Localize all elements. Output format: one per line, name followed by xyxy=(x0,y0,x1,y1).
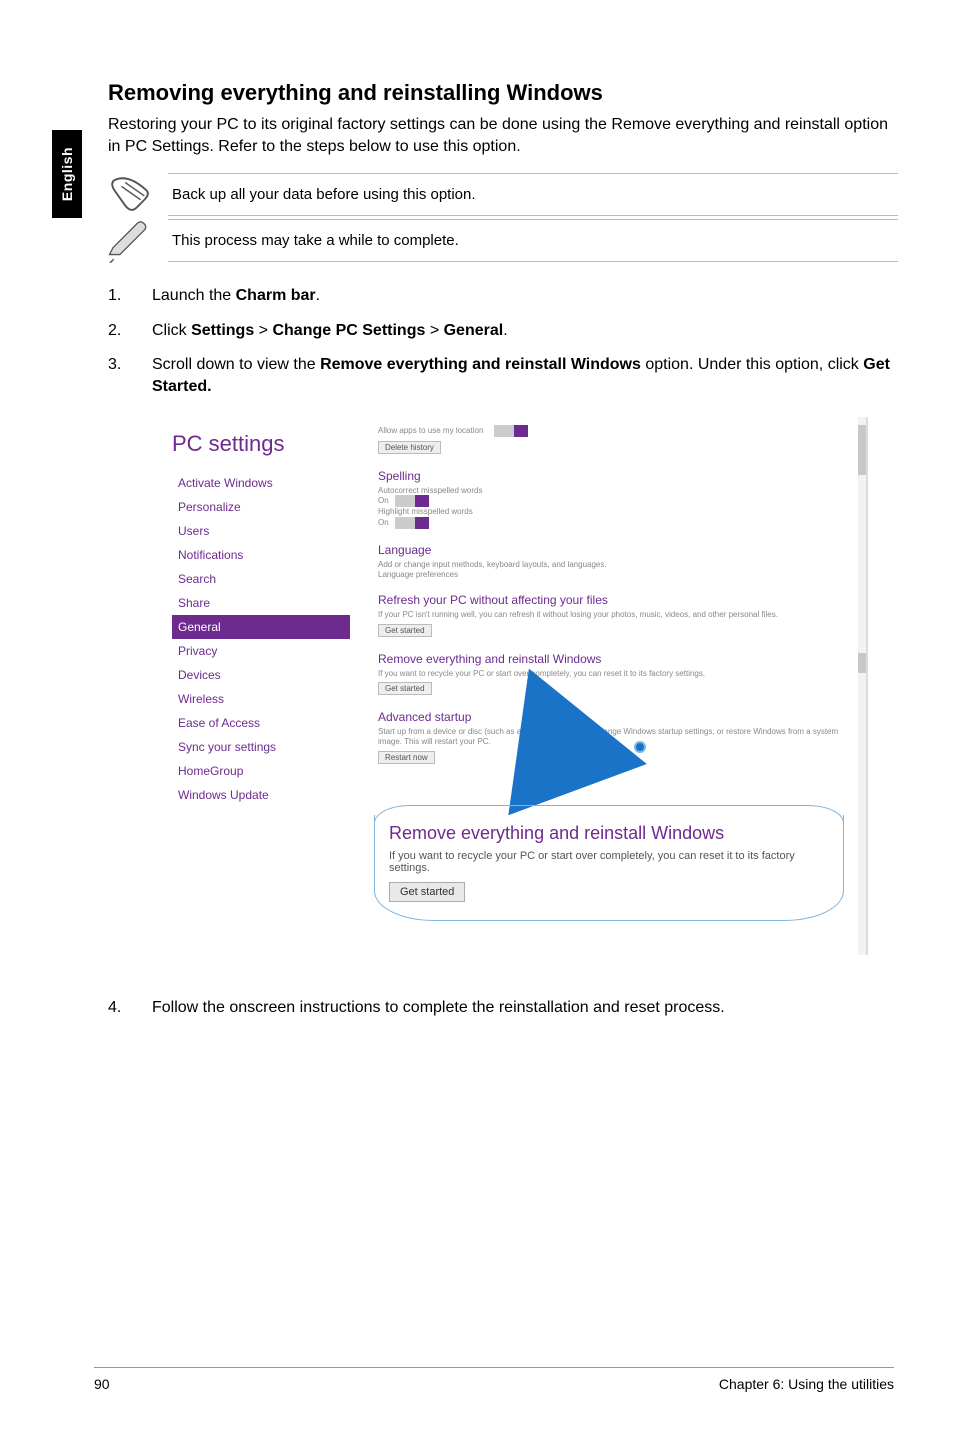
text-bold: Change PC Settings xyxy=(272,322,425,339)
text-bold: Charm bar xyxy=(236,287,316,304)
text-bold: Settings xyxy=(191,322,254,339)
text: Autocorrect misspelled words xyxy=(378,486,858,496)
note-time-text: This process may take a while to complet… xyxy=(168,220,898,261)
button-small[interactable]: Delete history xyxy=(378,441,441,454)
nav-wireless[interactable]: Wireless xyxy=(172,687,350,711)
scrollbar-thumb[interactable] xyxy=(858,425,866,475)
nav-personalize[interactable]: Personalize xyxy=(172,495,350,519)
nav-search[interactable]: Search xyxy=(172,567,350,591)
scrollbar-thumb[interactable] xyxy=(858,653,866,673)
pc-settings-title: PC settings xyxy=(172,431,350,457)
language-tab: English xyxy=(52,130,82,218)
callout-remove-reinstall: Remove everything and reinstall Windows … xyxy=(374,815,844,921)
text: Add or change input methods, keyboard la… xyxy=(378,560,858,570)
heading-refresh: Refresh your PC without affecting your f… xyxy=(378,593,858,607)
text-bold: Remove everything and reinstall Windows xyxy=(320,356,641,373)
text: . xyxy=(316,287,320,304)
nav-homegroup[interactable]: HomeGroup xyxy=(172,759,350,783)
chapter-label: Chapter 6: Using the utilities xyxy=(719,1376,894,1392)
text: On xyxy=(378,517,858,529)
text: . xyxy=(503,322,507,339)
heading-remove: Remove everything and reinstall Windows xyxy=(378,652,858,666)
footer-divider xyxy=(94,1367,894,1368)
nav-general[interactable]: General xyxy=(172,615,350,639)
text: Click xyxy=(152,322,191,339)
pc-settings-screenshot: PC settings Activate Windows Personalize… xyxy=(150,417,868,955)
note-backup-text: Back up all your data before using this … xyxy=(168,174,898,215)
note-backup: Back up all your data before using this … xyxy=(108,171,898,217)
nav-devices[interactable]: Devices xyxy=(172,663,350,687)
callout-body: If you want to recycle your PC or start … xyxy=(389,850,829,874)
text: If you want to recycle your PC or start … xyxy=(378,669,858,679)
text: > xyxy=(425,322,443,339)
step-2: Click Settings > Change PC Settings > Ge… xyxy=(108,320,898,342)
text: Highlight misspelled words xyxy=(378,507,858,517)
note-time: This process may take a while to complet… xyxy=(108,217,898,263)
nav-share[interactable]: Share xyxy=(172,591,350,615)
callout-get-started-button[interactable]: Get started xyxy=(389,882,465,902)
pen-icon xyxy=(108,217,154,263)
callout-title: Remove everything and reinstall Windows xyxy=(389,823,829,844)
nav-users[interactable]: Users xyxy=(172,519,350,543)
nav-ease-of-access[interactable]: Ease of Access xyxy=(172,711,350,735)
divider xyxy=(168,215,898,216)
toggle[interactable] xyxy=(494,425,528,437)
text: > xyxy=(254,322,272,339)
step-4: Follow the onscreen instructions to comp… xyxy=(108,997,898,1019)
text: Scroll down to view the xyxy=(152,356,320,373)
button-remove-get-started[interactable]: Get started xyxy=(378,682,432,695)
nav-privacy[interactable]: Privacy xyxy=(172,639,350,663)
divider xyxy=(168,261,898,262)
text: Launch the xyxy=(152,287,236,304)
nav-windows-update[interactable]: Windows Update xyxy=(172,783,350,807)
step-1: Launch the Charm bar. xyxy=(108,285,898,307)
text: option. Under this option, click xyxy=(641,356,863,373)
text: On xyxy=(378,495,858,507)
nav-activate-windows[interactable]: Activate Windows xyxy=(172,471,350,495)
toggle-autocorrect[interactable] xyxy=(395,495,429,507)
callout-pointer-dot xyxy=(634,741,646,753)
toggle-highlight[interactable] xyxy=(395,517,429,529)
page-number: 90 xyxy=(94,1376,110,1392)
text: If your PC isn't running well, you can r… xyxy=(378,610,858,620)
hand-icon xyxy=(108,171,154,217)
heading-spelling: Spelling xyxy=(378,469,858,483)
text: Allow apps to use my location xyxy=(378,425,858,437)
button-refresh-get-started[interactable]: Get started xyxy=(378,624,432,637)
link-language-prefs[interactable]: Language preferences xyxy=(378,570,858,580)
nav-notifications[interactable]: Notifications xyxy=(172,543,350,567)
button-restart-now[interactable]: Restart now xyxy=(378,751,435,764)
intro-paragraph: Restoring your PC to its original factor… xyxy=(108,114,898,157)
nav-sync-settings[interactable]: Sync your settings xyxy=(172,735,350,759)
scrollbar-track[interactable] xyxy=(858,417,866,955)
language-tab-label: English xyxy=(59,147,75,201)
text-bold: General xyxy=(444,322,504,339)
step-3: Scroll down to view the Remove everythin… xyxy=(108,354,898,399)
heading-language: Language xyxy=(378,543,858,557)
section-title: Removing everything and reinstalling Win… xyxy=(108,80,898,106)
